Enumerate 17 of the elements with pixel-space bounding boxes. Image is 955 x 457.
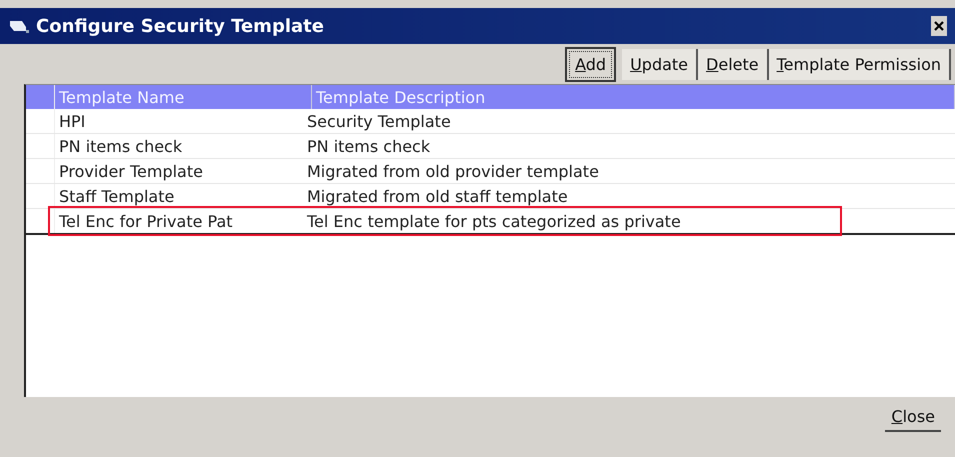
toolbar-button[interactable]: Update xyxy=(622,48,698,80)
close-icon[interactable] xyxy=(931,16,947,36)
table-cell-text: Tel Enc template for pts categorized as private xyxy=(306,212,682,230)
table-cell-text: Tel Enc for Private Pat xyxy=(58,212,234,230)
toolbar-button[interactable]: Add xyxy=(565,46,616,82)
window-title: Configure Security Template xyxy=(36,16,324,36)
table-cell-text: PN items check xyxy=(306,136,432,156)
table-cell-text: PN items check xyxy=(58,136,184,156)
table-cell-text: HPI xyxy=(58,112,86,130)
table-cell-text: Security Template xyxy=(306,112,452,130)
table-cell-text: Provider Template xyxy=(58,162,204,180)
toolbar-button[interactable]: Delete xyxy=(698,48,769,80)
table-cell-text: Staff Template xyxy=(58,186,176,206)
table-cell-text: Migrated from old staff template xyxy=(306,186,569,206)
toolbar-button[interactable]: Template Permission xyxy=(768,48,951,80)
table-cell-text: Migrated from old provider template xyxy=(306,162,600,180)
app-icon xyxy=(8,18,30,34)
